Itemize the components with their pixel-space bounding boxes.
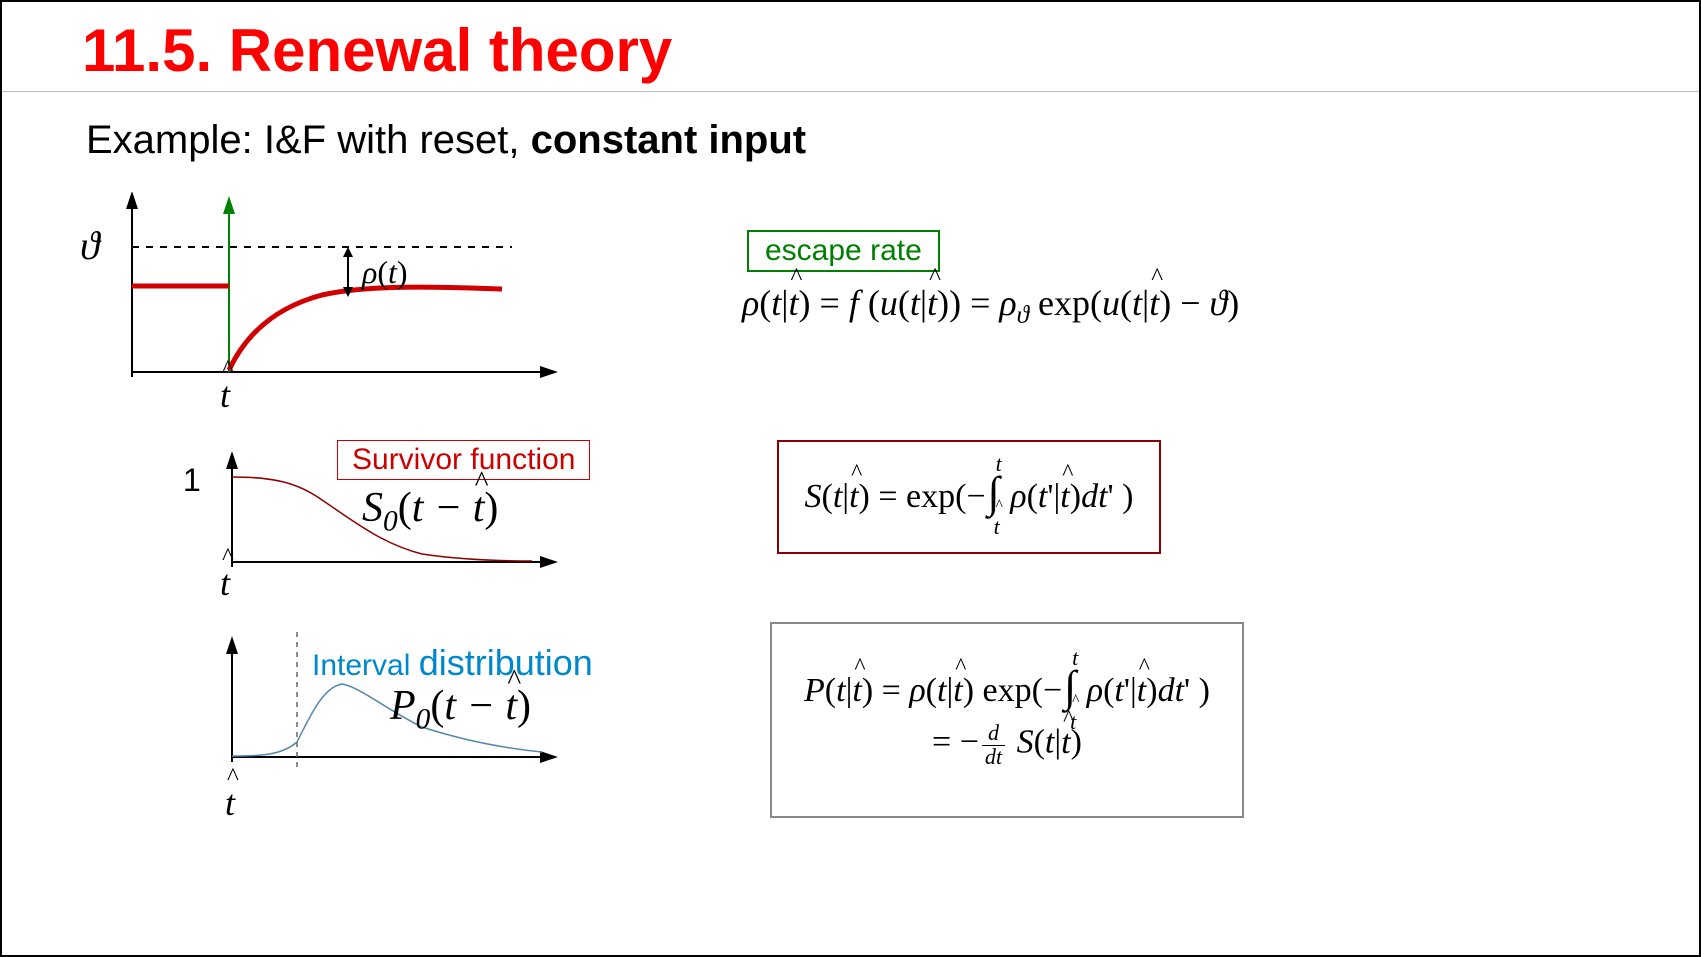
interval-prefix: Interval [312,649,419,682]
rho-t-label: ρ(t) [362,254,408,291]
survivor-function-label: Survivor function [337,440,590,480]
interval-big: distribution [419,642,593,683]
escape-rate-label: escape rate [747,230,940,272]
slide-subtitle: Example: I&F with reset, constant input [86,118,806,163]
survivor-equation: S(t|t) = exp(−∫tt ρ(t'|t)dt' ) [805,478,1134,516]
subtitle-bold: constant input [531,118,807,162]
t-hat-label-2: t [220,562,230,604]
t-hat-label-1: t [220,374,230,416]
escape-rate-equation: ρ(t|t) = f (u(t|t)) = ρϑ exp(u(t|t) − ϑ) [742,282,1239,330]
interval-equation-line2: = −ddt S(t|t) [932,722,1082,767]
membrane-potential-chart [112,192,592,412]
title-bar: 11.5. Renewal theory [2,2,1699,92]
interval-equation-line1: P(t|t) = ρ(t|t) exp(−∫tt ρ(t'|t)dt' ) [804,672,1210,710]
one-label: 1 [183,462,201,499]
interval-distribution-label: Interval distribution [312,642,593,684]
interval-distribution-expr: P0(t − t) [390,682,531,736]
survivor-equation-box: S(t|t) = exp(−∫tt ρ(t'|t)dt' ) [777,440,1161,554]
theta-label: ϑ [80,222,100,269]
t-hat-label-3: t [225,782,235,824]
interval-equation-box: P(t|t) = ρ(t|t) exp(−∫tt ρ(t'|t)dt' ) = … [770,622,1244,818]
slide-title: 11.5. Renewal theory [82,16,1699,85]
slide: 11.5. Renewal theory Example: I&F with r… [0,0,1701,957]
survivor-function-expr: S0(t − t) [362,484,498,538]
subtitle-prefix: Example: I&F with reset, [86,118,531,162]
